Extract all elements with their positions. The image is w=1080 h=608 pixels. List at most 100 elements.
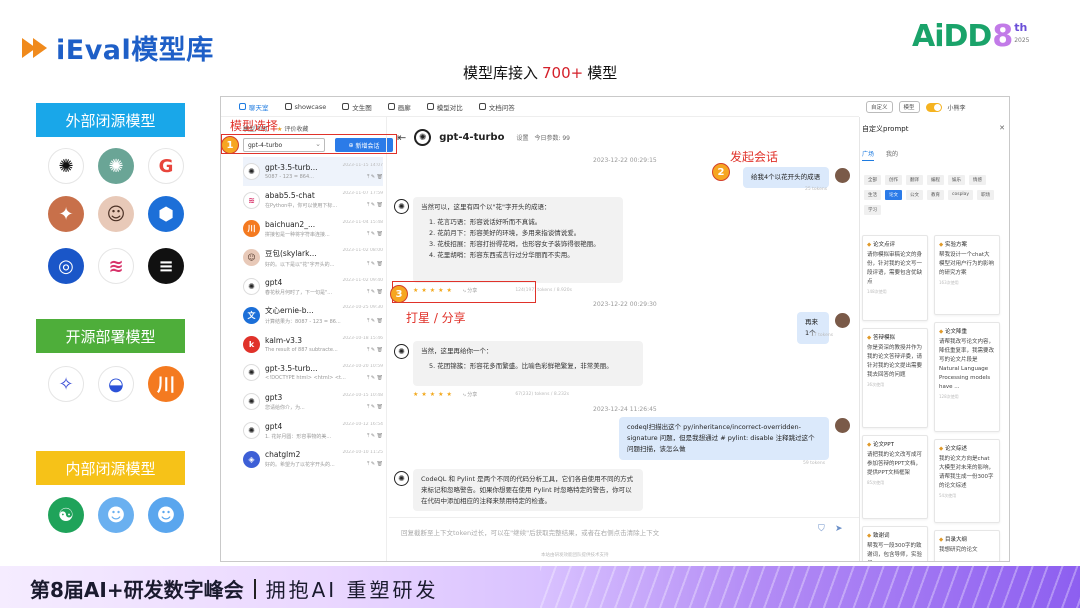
google-icon: G bbox=[148, 148, 184, 184]
model-chip[interactable]: 模型 bbox=[898, 101, 920, 113]
tag-filter[interactable]: 全部 bbox=[864, 175, 881, 185]
session-time: 2023-10-25 09:30 bbox=[342, 305, 383, 311]
session-item[interactable]: ✺ gpt-3.5-turb... 2023-10-20 10:59 <!DOCTYP… bbox=[243, 359, 383, 388]
tag-list: 全部 创作 翻译 编程 娱乐 情感生活 论文 公文 教育 cosplay 职场学习 bbox=[864, 175, 1004, 215]
top-right-bar: 自定义 模型 小熊李 bbox=[862, 97, 1009, 117]
chat-title: gpt-4-turbo bbox=[439, 132, 505, 143]
shield-icon[interactable]: ⛉ bbox=[818, 524, 825, 534]
panel-tab-1[interactable]: 我的 bbox=[886, 149, 898, 161]
card-text: 帮我设计一个chat大模型对用户行为的影响的研究方案 bbox=[939, 252, 995, 276]
tag-filter[interactable]: 公文 bbox=[906, 190, 923, 200]
session-preview: <!DOCTYPE html> <html> <t... bbox=[265, 375, 346, 382]
session-item[interactable]: ✺ gpt-3.5-turb... 2023-11-15 14:07 5087 - 1… bbox=[243, 157, 383, 186]
robot-blue-2-icon: ☻ bbox=[148, 497, 184, 533]
theme-toggle[interactable] bbox=[925, 102, 942, 112]
rating-row: ★★★★★ ⤷ 分享 67(232) tokens / 8.232s bbox=[413, 391, 569, 398]
collapse-sidebar-icon[interactable]: ⇤ bbox=[397, 131, 406, 144]
tab-fav[interactable]: ★ 评价收藏 bbox=[277, 124, 308, 133]
card-count: 85次使用 bbox=[867, 480, 885, 485]
tag-filter[interactable]: 翻译 bbox=[906, 175, 923, 185]
annotation-label-start-chat: 发起会话 bbox=[730, 150, 779, 164]
session-preview: 在Python中，你可以使用下标... bbox=[265, 203, 338, 210]
tag-filter[interactable]: 教育 bbox=[927, 190, 944, 200]
session-actions-icon[interactable]: ⤒ ✎ 🗑 bbox=[367, 461, 383, 468]
nav-item-2[interactable]: 文生图 bbox=[342, 102, 372, 112]
tag-filter[interactable]: 生活 bbox=[864, 190, 881, 200]
session-item[interactable]: ✺ gpt3 2023-10-15 10:48 您请给你介，为... ⤒ ✎ 🗑 bbox=[243, 387, 383, 416]
annotation-label-rate-share: 打星 / 分享 bbox=[406, 311, 466, 325]
banner-decoration bbox=[540, 566, 1080, 608]
nav-item-1[interactable]: showcase bbox=[284, 103, 326, 111]
session-actions-icon[interactable]: ⤒ ✎ 🗑 bbox=[367, 318, 383, 325]
card-count: 54次使用 bbox=[939, 493, 957, 498]
prompt-card[interactable]: ◆ 致谢词帮我写一段300字的致谢词，包含导师，实验组 bbox=[862, 526, 928, 561]
session-preview: 春花秋月何时了，下一句是"... bbox=[265, 289, 333, 296]
star-rating[interactable]: ★★★★★ bbox=[413, 391, 455, 398]
session-item[interactable]: ◈ chatglm2 2023-10-10 11:25 好的。希望为了以花字开头的..… bbox=[243, 445, 383, 474]
top-navigation: 聊天室 showcase 文生图 画廊 模型对比 文档问答 bbox=[221, 97, 859, 117]
session-actions-icon[interactable]: ⤒ ✎ 🗑 bbox=[367, 261, 383, 268]
prompt-card[interactable]: ◆ 论文降重 请帮我改写论文内容，降低重复率，我需要改写的论文片段是 Natura… bbox=[934, 322, 1000, 432]
session-item[interactable]: 文文心ernie-b... 2023-10-25 09:30 计算结果为：8087 … bbox=[243, 301, 383, 330]
send-icon[interactable]: ➤ bbox=[835, 524, 843, 534]
prompt-card[interactable]: ◆ 目录大纲 我想研究的论文 bbox=[934, 530, 1000, 561]
share-button[interactable]: ⤷ 分享 bbox=[463, 391, 477, 398]
user-name[interactable]: 小熊李 bbox=[948, 103, 966, 112]
session-actions-icon[interactable]: ⤒ ✎ 🗑 bbox=[367, 433, 383, 440]
baichuan-icon: 川 bbox=[148, 366, 184, 402]
session-item[interactable]: 川 baichuan2_... 2023-11-04 15:48 拼接包是一种将字符串… bbox=[243, 215, 383, 244]
panel-title: 自定义prompt bbox=[862, 125, 909, 133]
tag-filter[interactable]: 情感 bbox=[969, 175, 986, 185]
session-actions-icon[interactable]: ⤒ ✎ 🗑 bbox=[367, 231, 383, 238]
close-icon[interactable]: ✕ bbox=[999, 124, 1005, 132]
session-item[interactable]: ≋ abab5.5-chat 2023-11-07 17:59 在Python中，你可… bbox=[243, 186, 383, 215]
session-actions-icon[interactable]: ⤒ ✎ 🗑 bbox=[367, 347, 383, 353]
card-title: 实验方案 bbox=[944, 242, 967, 248]
model-avatar-icon: 文 bbox=[243, 306, 260, 324]
session-actions-icon[interactable]: ⤒ ✎ 🗑 bbox=[367, 375, 383, 381]
banner-divider bbox=[253, 578, 256, 599]
tag-filter[interactable]: 职场 bbox=[977, 190, 995, 200]
nav-item-4[interactable]: 模型对比 bbox=[426, 102, 463, 112]
session-time: 2023-10-15 10:48 bbox=[342, 392, 383, 398]
tag-filter[interactable]: cosplay bbox=[948, 190, 974, 200]
session-preview: The result of 887 subtracte... bbox=[265, 346, 338, 353]
list-item: 4. 花里胡哨：形容东西或言行过分华丽而不实用。 bbox=[429, 251, 574, 259]
nav-item-3[interactable]: 画廊 bbox=[387, 102, 411, 112]
user-message: 给我4个以花开头的成语 bbox=[743, 167, 829, 188]
footer-note: 本站由研发效能团队提供技术支持 bbox=[541, 553, 609, 558]
session-item[interactable]: ☺ 豆包(skylark... 2023-11-02 08:00 好的。以下是以"花"… bbox=[243, 243, 383, 272]
prompt-card[interactable]: ◆ 实验方案 帮我设计一个chat大模型对用户行为的影响的研究方案 163次使用 bbox=[934, 235, 1000, 315]
nav-item-5[interactable]: 文档问答 bbox=[478, 102, 515, 112]
prompt-card[interactable]: ◆ 论文点评 请你模拟审稿论文的身份，针对我的论文写一段评语，需要包含优缺点 148… bbox=[862, 235, 928, 321]
session-preview: 1. 花好月圆：形容事物的美... bbox=[265, 433, 332, 440]
tag-filter[interactable]: 编程 bbox=[927, 175, 944, 185]
session-actions-icon[interactable]: ⤒ ✎ 🗑 bbox=[367, 202, 383, 209]
tag-filter[interactable]: 学习 bbox=[864, 205, 881, 215]
tag-filter[interactable]: 娱乐 bbox=[948, 175, 965, 185]
custom-chip[interactable]: 自定义 bbox=[866, 101, 893, 113]
panel-tab-0[interactable]: 广场 bbox=[862, 149, 875, 161]
card-count: 148次使用 bbox=[867, 289, 887, 294]
session-item[interactable]: k kalm-v3.3 2023-10-18 15:46 The result of … bbox=[243, 330, 383, 359]
annotation-box-rating bbox=[392, 281, 536, 303]
card-count: 128次使用 bbox=[939, 394, 959, 399]
tag-filter[interactable]: 论文 bbox=[885, 190, 902, 200]
prompt-card[interactable]: ◆ 论文综述 我的论文方向是chat大模型对未来的影响，请帮我生成一份300字的论… bbox=[934, 439, 1000, 523]
timestamp: 2023-12-22 00:29:30 bbox=[593, 301, 657, 308]
session-actions-icon[interactable]: ⤒ ✎ 🗑 bbox=[367, 289, 383, 296]
nav-item-0[interactable]: 聊天室 bbox=[239, 102, 269, 112]
whale-model-icon: ◒ bbox=[98, 366, 134, 402]
chat-meta[interactable]: 设置 今日参数: 99 bbox=[516, 133, 570, 142]
session-actions-icon[interactable]: ⤒ ✎ 🗑 bbox=[367, 174, 383, 180]
prompt-card[interactable]: ◆ 论文PPT 请把我的论文改写成可参加答辩的PPT文档，提供PPT文档框架 85次… bbox=[862, 435, 928, 519]
avatar-girl-icon: ☺ bbox=[98, 196, 134, 232]
session-item[interactable]: ✺ gpt4 2023-11-02 09:40 春花秋月何时了，下一句是"... ⤒ ✎… bbox=[243, 272, 383, 301]
prompt-card[interactable]: ◆ 答辩模拟 你是资深的教授并作为我的论文答辩评委，请针对我的论文提出需要我去回答… bbox=[862, 328, 928, 428]
subtitle-pre: 模型库接入 bbox=[463, 64, 539, 82]
session-item[interactable]: ✺ gpt4 2023-10-12 16:54 1. 花好月圆：形容事物的美... ⤒ … bbox=[243, 416, 383, 445]
chat-input[interactable]: 回复截断至上下文token过长，可以在"继续"后获取完整结果，或者在右侧点击清除… bbox=[389, 517, 859, 545]
tag-filter[interactable]: 创作 bbox=[885, 175, 902, 185]
slide-subtitle: 模型库接入 700+ 模型 bbox=[463, 62, 617, 83]
session-actions-icon[interactable]: ⤒ ✎ 🗑 bbox=[367, 404, 383, 411]
